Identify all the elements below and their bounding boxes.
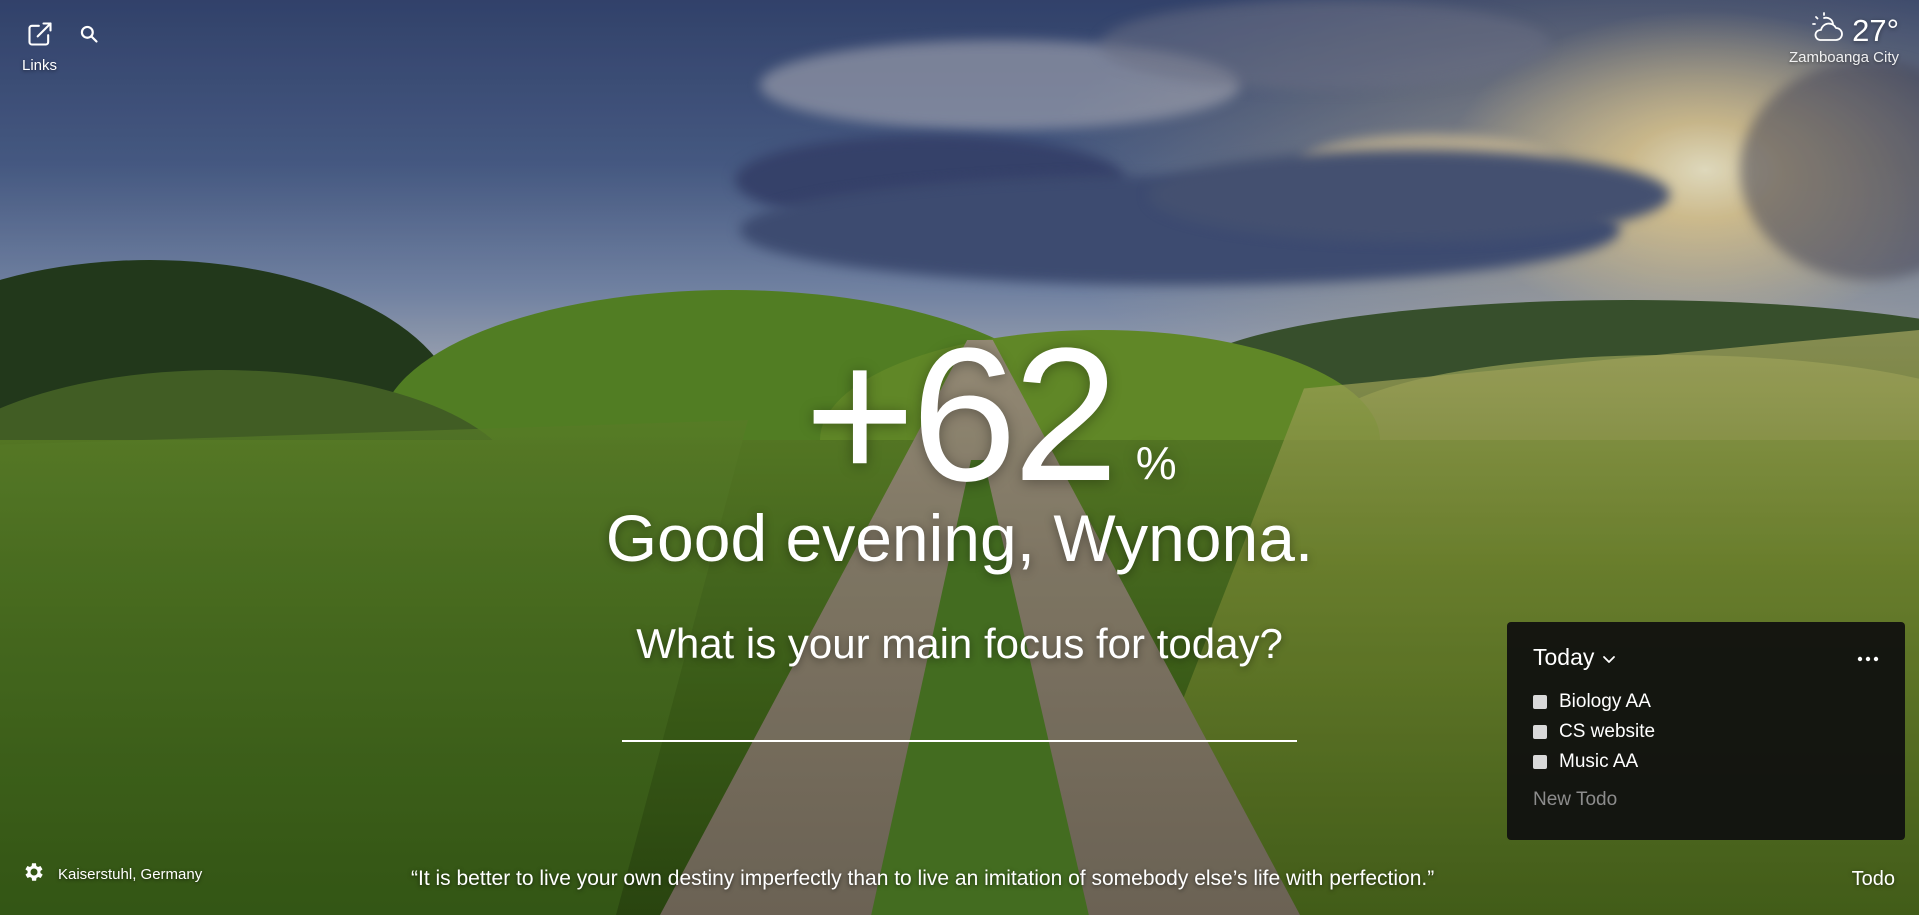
ellipsis-icon [1857, 649, 1879, 666]
search-button[interactable] [79, 24, 99, 49]
daily-quote[interactable]: “It is better to live your own destiny i… [411, 867, 1434, 891]
metric-display[interactable]: +62% [804, 320, 1176, 510]
links-label: Links [22, 57, 58, 74]
weather-location: Zamboanga City [1788, 49, 1899, 66]
focus-input[interactable] [622, 696, 1297, 742]
metric-unit: % [1135, 437, 1177, 489]
weather-widget[interactable]: 27° Zamboanga City [1789, 12, 1899, 66]
chevron-down-icon [1602, 644, 1616, 671]
partly-cloudy-icon [1810, 12, 1846, 49]
top-left-widgets: Links [22, 20, 99, 74]
external-link-icon [26, 20, 54, 53]
todo-list: Biology AA CS website Music AA [1533, 687, 1879, 777]
todo-checkbox[interactable] [1533, 725, 1547, 739]
metric-value: +62 [804, 309, 1118, 521]
bottom-left: Kaiserstuhl, Germany [22, 860, 202, 889]
todo-item-label: CS website [1559, 721, 1656, 742]
more-options-button[interactable] [1857, 649, 1879, 667]
todo-toggle-button[interactable]: Todo [1852, 868, 1895, 891]
new-todo-input[interactable] [1533, 789, 1879, 811]
todo-item[interactable]: CS website [1533, 717, 1879, 747]
todo-checkbox[interactable] [1533, 755, 1547, 769]
search-icon [79, 25, 99, 48]
todo-checkbox[interactable] [1533, 695, 1547, 709]
todo-item-label: Biology AA [1559, 691, 1651, 712]
gear-icon[interactable] [22, 860, 46, 889]
todo-list-name: Today [1533, 644, 1595, 670]
todo-list-selector[interactable]: Today [1533, 644, 1616, 671]
todo-item-label: Music AA [1559, 751, 1639, 772]
temperature: 27° [1852, 12, 1899, 48]
todo-item[interactable]: Music AA [1533, 747, 1879, 777]
photo-location[interactable]: Kaiserstuhl, Germany [58, 866, 202, 883]
links-button[interactable]: Links [22, 20, 57, 74]
todo-panel: Today Biology AA CS website Music AA New… [1507, 622, 1905, 840]
todo-item[interactable]: Biology AA [1533, 687, 1879, 717]
